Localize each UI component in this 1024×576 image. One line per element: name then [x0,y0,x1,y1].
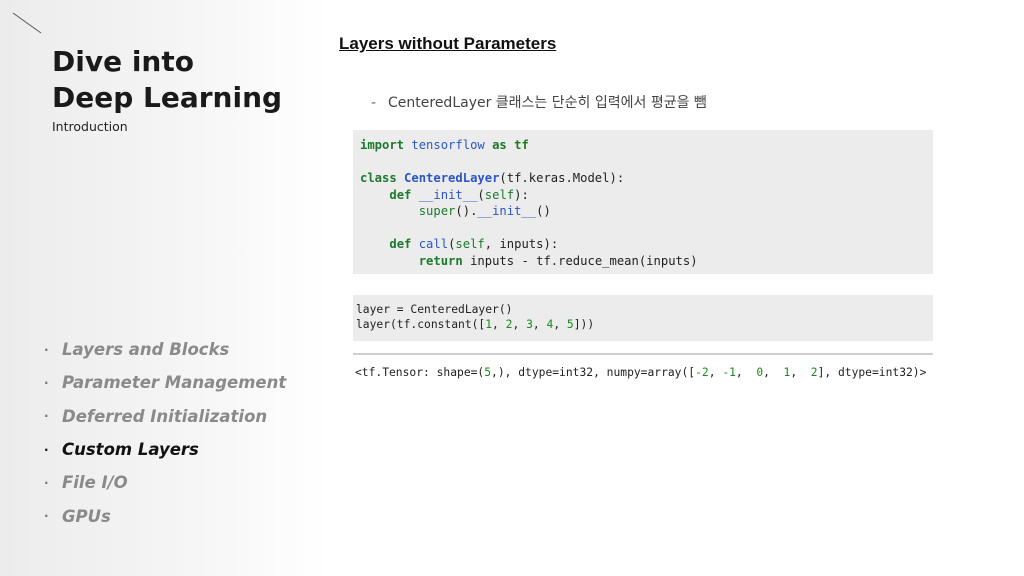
section-title: Layers without Parameters [339,34,557,53]
code-output: <tf.Tensor: shape=(5,), dtype=int32, num… [355,366,927,379]
nav-item-custom-layers[interactable]: · Custom Layers [44,433,286,466]
nav-item-label: File I/O [62,473,128,493]
nav-item-label: Parameter Management [62,373,287,393]
nav-bullet: · [44,409,49,424]
nav-item-file-io[interactable]: · File I/O [44,466,286,499]
nav-item-label: GPUs [62,506,111,526]
nav-item-label: Layers and Blocks [62,340,230,360]
nav-bullet: · [44,342,49,357]
nav-item-deferred-initialization[interactable]: · Deferred Initialization [44,400,286,433]
nav-bullet: · [44,475,49,490]
course-title-line1: Dive into [52,45,194,78]
nav-item-label: Custom Layers [62,440,199,460]
code-block-class-definition: import tensorflow as tf class CenteredLa… [353,130,933,274]
corner-decoration-line [12,12,42,34]
output-divider [353,353,933,355]
bullet-dash: - [371,95,377,111]
nav-item-label: Deferred Initialization [62,406,268,426]
sidebar: Dive into Deep Learning Introduction · L… [0,0,330,576]
course-title: Dive into Deep Learning [52,44,282,116]
description-bullet: - CenteredLayer 클래스는 단순히 입력에서 평균을 뺌 [371,92,707,112]
chapter-nav: · Layers and Blocks · Parameter Manageme… [44,333,286,533]
nav-item-gpus[interactable]: · GPUs [44,499,286,532]
nav-bullet: · [44,442,49,457]
bullet-text: CenteredLayer 클래스는 단순히 입력에서 평균을 뺌 [388,95,707,111]
nav-item-parameter-management[interactable]: · Parameter Management [44,366,286,399]
code-block-usage: layer = CenteredLayer() layer(tf.constan… [353,295,933,341]
code-text: import tensorflow as tf class CenteredLa… [360,138,698,268]
nav-item-layers-and-blocks[interactable]: · Layers and Blocks [44,333,286,366]
course-subtitle: Introduction [52,119,128,134]
nav-bullet: · [44,509,49,524]
course-title-line2: Deep Learning [52,81,283,114]
nav-bullet: · [44,375,49,390]
code-text: layer = CenteredLayer() layer(tf.constan… [356,303,595,331]
